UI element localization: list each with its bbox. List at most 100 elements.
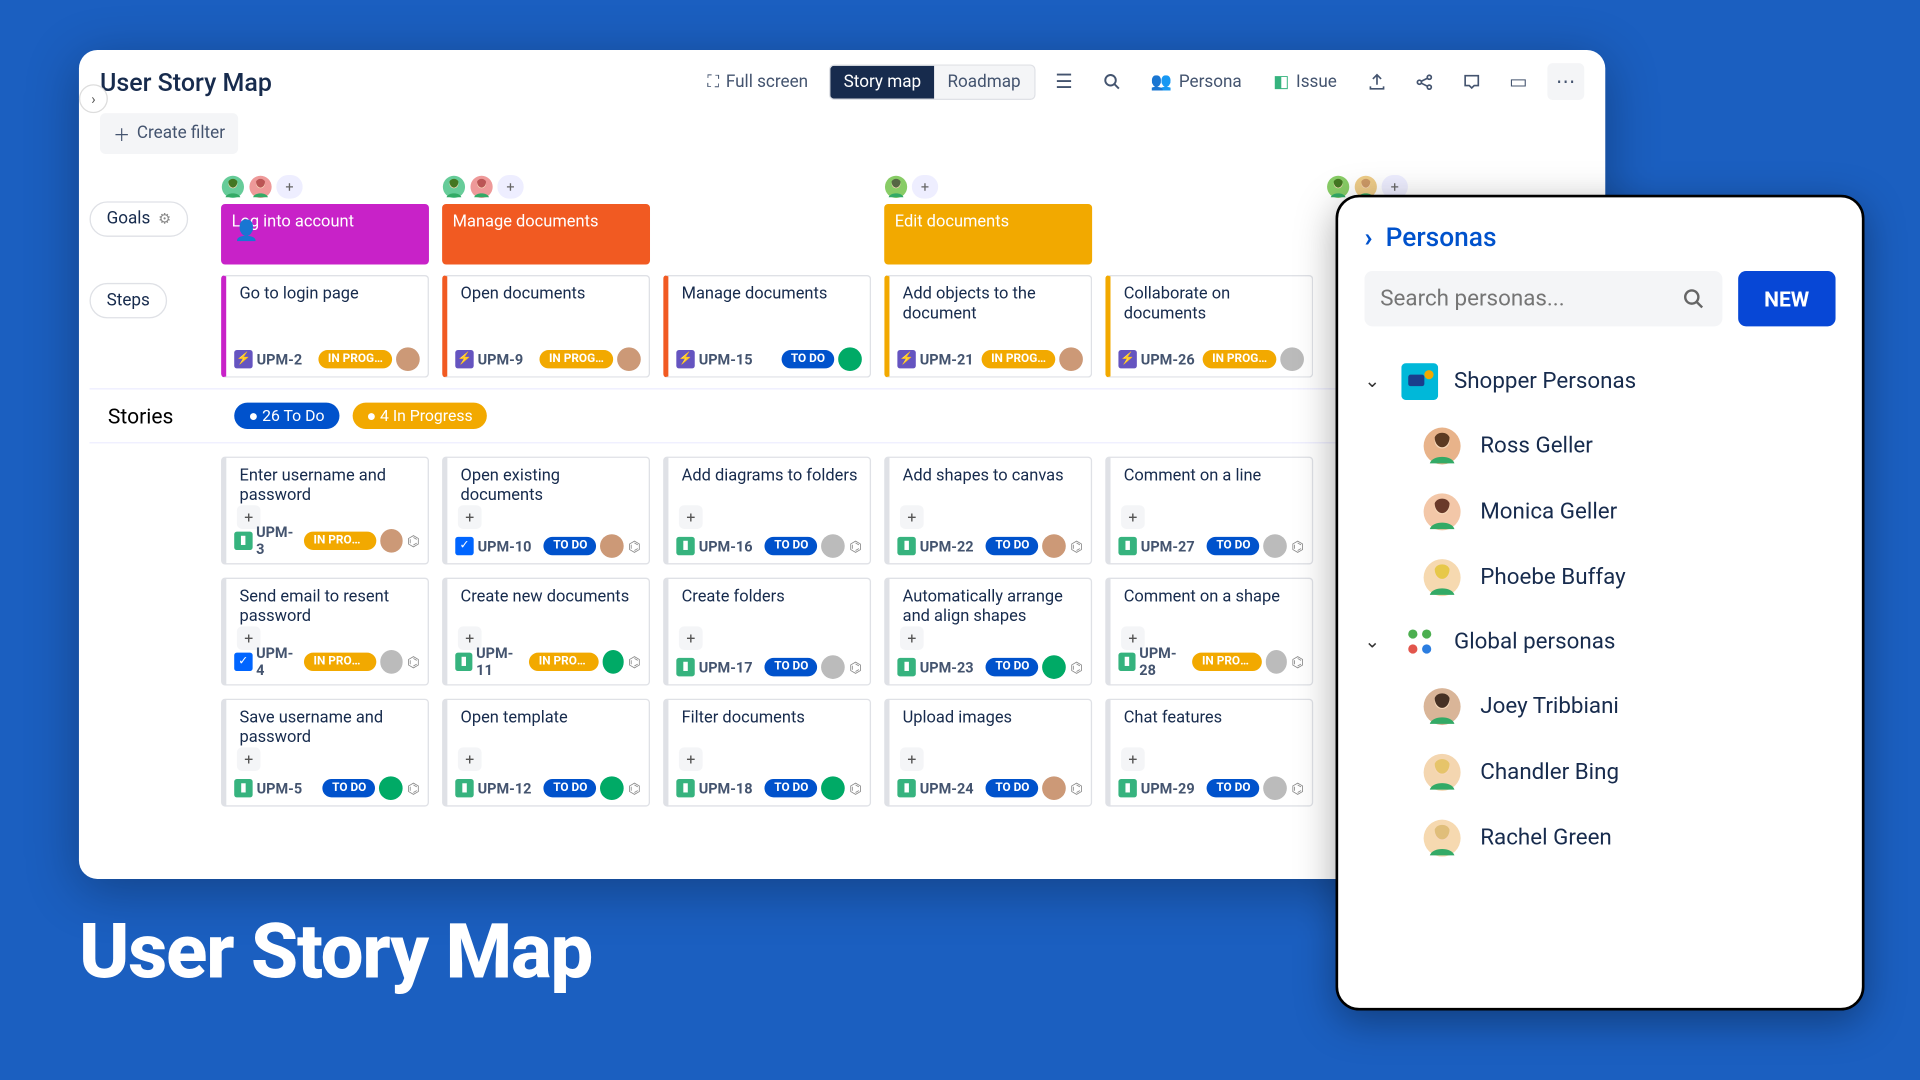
persona-button[interactable]: 👥 Persona bbox=[1140, 66, 1252, 96]
assignee-avatar[interactable] bbox=[380, 650, 403, 674]
assignee-avatar[interactable] bbox=[1280, 347, 1304, 371]
list-view-icon[interactable]: ☰ bbox=[1046, 63, 1083, 100]
assignee-avatar[interactable] bbox=[822, 534, 846, 558]
assignee-avatar[interactable] bbox=[1043, 655, 1067, 679]
persona-header-icon[interactable]: 👤 bbox=[234, 218, 259, 242]
todo-chip[interactable]: ● 26 To Do bbox=[234, 403, 339, 429]
add-subtask-icon[interactable]: + bbox=[458, 505, 482, 529]
story-card[interactable]: Automatically arrange and align shapes +… bbox=[884, 578, 1092, 686]
story-card[interactable]: Filter documents + ▮ UPM-18 TO DO ⌬ bbox=[663, 699, 871, 807]
hierarchy-icon[interactable]: ⌬ bbox=[628, 653, 641, 670]
avatar[interactable] bbox=[884, 175, 908, 199]
export-icon[interactable] bbox=[1358, 63, 1395, 100]
assignee-avatar[interactable] bbox=[838, 347, 862, 371]
story-card[interactable]: Chat features + ▮ UPM-29 TO DO ⌬ bbox=[1105, 699, 1313, 807]
story-card[interactable]: Open template + ▮ UPM-12 TO DO ⌬ bbox=[442, 699, 650, 807]
story-card[interactable]: Enter username and password + ▮ UPM-3 IN… bbox=[221, 457, 429, 565]
add-subtask-icon[interactable]: + bbox=[900, 626, 924, 650]
add-persona-icon[interactable]: + bbox=[497, 175, 523, 199]
story-card[interactable]: Add shapes to canvas + ▮ UPM-22 TO DO ⌬ bbox=[884, 457, 1092, 565]
hierarchy-icon[interactable]: ⌬ bbox=[407, 532, 420, 549]
avatar[interactable] bbox=[470, 175, 494, 199]
story-card[interactable]: Create folders + ▮ UPM-17 TO DO ⌬ bbox=[663, 578, 871, 686]
hierarchy-icon[interactable]: ⌬ bbox=[628, 780, 641, 797]
assignee-avatar[interactable] bbox=[602, 650, 624, 674]
story-card[interactable]: Upload images + ▮ UPM-24 TO DO ⌬ bbox=[884, 699, 1092, 807]
assignee-avatar[interactable] bbox=[601, 534, 625, 558]
story-card[interactable]: Open existing documents + ✓ UPM-10 TO DO… bbox=[442, 457, 650, 565]
story-card[interactable]: Comment on a shape + ▮ UPM-28 IN PROG… ⌬ bbox=[1105, 578, 1313, 686]
tab-story-map[interactable]: Story map bbox=[830, 65, 934, 98]
step-card[interactable]: Add objects to the document ⚡ UPM-21 IN … bbox=[884, 275, 1092, 378]
assignee-avatar[interactable] bbox=[396, 347, 420, 371]
assignee-avatar[interactable] bbox=[1059, 347, 1083, 371]
hierarchy-icon[interactable]: ⌬ bbox=[1070, 538, 1083, 555]
hierarchy-icon[interactable]: ⌬ bbox=[849, 538, 862, 555]
search-personas-field[interactable] bbox=[1364, 271, 1722, 326]
story-card[interactable]: Save username and password + ▮ UPM-5 TO … bbox=[221, 699, 429, 807]
persona-group[interactable]: ⌄ Shopper Personas bbox=[1364, 350, 1835, 413]
hierarchy-icon[interactable]: ⌬ bbox=[407, 780, 420, 797]
assignee-avatar[interactable] bbox=[1043, 776, 1067, 800]
step-card[interactable]: Go to login page ⚡ UPM-2 IN PROG… bbox=[221, 275, 429, 378]
add-subtask-icon[interactable]: + bbox=[679, 505, 703, 529]
avatar[interactable] bbox=[221, 175, 245, 199]
hierarchy-icon[interactable]: ⌬ bbox=[1291, 538, 1304, 555]
filter-icon[interactable]: ⚙ bbox=[158, 211, 171, 228]
step-card[interactable]: Open documents ⚡ UPM-9 IN PROG… bbox=[442, 275, 650, 378]
assignee-avatar[interactable] bbox=[601, 776, 625, 800]
add-subtask-icon[interactable]: + bbox=[1121, 505, 1145, 529]
add-persona-icon[interactable]: + bbox=[276, 175, 302, 199]
story-card[interactable]: Send email to resent password + ✓ UPM-4 … bbox=[221, 578, 429, 686]
new-persona-button[interactable]: NEW bbox=[1738, 271, 1836, 326]
persona-item[interactable]: Chandler Bing bbox=[1364, 739, 1835, 805]
assignee-avatar[interactable] bbox=[380, 529, 403, 553]
assignee-avatar[interactable] bbox=[822, 655, 846, 679]
more-icon[interactable]: ⋯ bbox=[1547, 63, 1584, 100]
window-icon[interactable]: ▭ bbox=[1500, 63, 1537, 100]
search-icon[interactable] bbox=[1093, 63, 1130, 100]
step-card[interactable]: Manage documents ⚡ UPM-15 TO DO bbox=[663, 275, 871, 378]
assignee-avatar[interactable] bbox=[379, 776, 403, 800]
issue-button[interactable]: ◧ Issue bbox=[1263, 66, 1348, 96]
chevron-right-icon[interactable]: › bbox=[1364, 221, 1372, 253]
comment-icon[interactable] bbox=[1453, 63, 1490, 100]
search-input[interactable] bbox=[1380, 286, 1680, 312]
add-subtask-icon[interactable]: + bbox=[237, 747, 261, 771]
story-card[interactable]: Add diagrams to folders + ▮ UPM-16 TO DO… bbox=[663, 457, 871, 565]
avatar[interactable] bbox=[249, 175, 273, 199]
add-subtask-icon[interactable]: + bbox=[1121, 747, 1145, 771]
avatar[interactable] bbox=[1326, 175, 1350, 199]
add-subtask-icon[interactable]: + bbox=[679, 626, 703, 650]
assignee-avatar[interactable] bbox=[1264, 776, 1288, 800]
hierarchy-icon[interactable]: ⌬ bbox=[1070, 659, 1083, 676]
hierarchy-icon[interactable]: ⌬ bbox=[1070, 780, 1083, 797]
goal-card[interactable]: Manage documents bbox=[442, 204, 650, 265]
persona-group[interactable]: ⌄ Global personas bbox=[1364, 611, 1835, 674]
step-card[interactable]: Collaborate on documents ⚡ UPM-26 IN PRO… bbox=[1105, 275, 1313, 378]
hierarchy-icon[interactable]: ⌬ bbox=[1291, 780, 1304, 797]
goal-card[interactable]: Edit documents bbox=[884, 204, 1092, 265]
add-subtask-icon[interactable]: + bbox=[679, 747, 703, 771]
assignee-avatar[interactable] bbox=[822, 776, 846, 800]
add-subtask-icon[interactable]: + bbox=[458, 747, 482, 771]
inprogress-chip[interactable]: ● 4 In Progress bbox=[352, 403, 487, 429]
share-icon[interactable] bbox=[1405, 63, 1442, 100]
hierarchy-icon[interactable]: ⌬ bbox=[1291, 653, 1304, 670]
assignee-avatar[interactable] bbox=[1043, 534, 1067, 558]
hierarchy-icon[interactable]: ⌬ bbox=[628, 538, 641, 555]
avatar[interactable] bbox=[442, 175, 466, 199]
assignee-avatar[interactable] bbox=[1266, 650, 1288, 674]
persona-item[interactable]: Monica Geller bbox=[1364, 479, 1835, 545]
story-card[interactable]: Comment on a line + ▮ UPM-27 TO DO ⌬ bbox=[1105, 457, 1313, 565]
add-subtask-icon[interactable]: + bbox=[900, 505, 924, 529]
expand-sidebar-handle[interactable]: › bbox=[79, 84, 108, 113]
tab-roadmap[interactable]: Roadmap bbox=[934, 65, 1033, 98]
persona-item[interactable]: Phoebe Buffay bbox=[1364, 545, 1835, 611]
hierarchy-icon[interactable]: ⌬ bbox=[407, 653, 420, 670]
hierarchy-icon[interactable]: ⌬ bbox=[849, 780, 862, 797]
fullscreen-button[interactable]: ⛶ Full screen bbox=[697, 66, 819, 96]
assignee-avatar[interactable] bbox=[617, 347, 641, 371]
persona-item[interactable]: Ross Geller bbox=[1364, 413, 1835, 479]
create-filter-button[interactable]: ＋ Create filter bbox=[100, 113, 238, 154]
